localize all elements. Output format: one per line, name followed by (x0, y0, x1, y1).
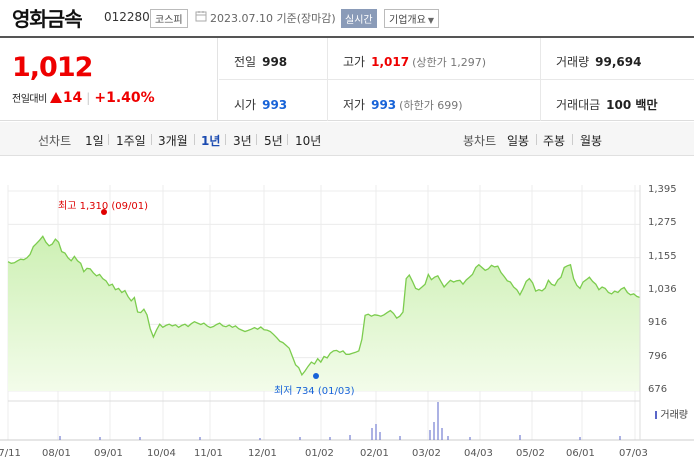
x-tick-label: 03/02 (412, 448, 441, 459)
company-overview-label: 기업개요 (389, 15, 426, 26)
stock-header: 영화금속 012280 코스피 2023.07.10 기준(장마감) 실시간 기… (0, 0, 694, 36)
x-tick-label: 09/01 (94, 448, 123, 459)
x-tick-label: 06/01 (566, 448, 595, 459)
base-date: 2023.07.10 기준(장마감) (210, 12, 336, 25)
y-tick-label: 916 (648, 317, 668, 329)
current-price: 1,012 (12, 52, 93, 83)
y-tick-label: 1,036 (648, 284, 677, 295)
period-3y[interactable]: 3년 (233, 132, 252, 149)
day-low: 저가 993 (하한가 699) (343, 98, 463, 112)
change-percent: +1.40% (94, 90, 155, 106)
x-tick-label: 02/01 (360, 448, 389, 459)
x-tick-label: 04/03 (464, 448, 493, 459)
candle-daily[interactable]: 일봉 (507, 132, 529, 149)
line-chart-label: 선차트 (38, 134, 72, 148)
period-1w[interactable]: 1주일 (116, 132, 146, 149)
y-tick-label: 1,275 (648, 217, 677, 229)
x-tick-label: 12/01 (248, 448, 277, 459)
market-badge: 코스피 (150, 9, 188, 28)
low-marker (313, 373, 319, 379)
candle-chart-label: 봉차트 (463, 134, 497, 148)
x-tick-label: 07/03 (619, 448, 648, 459)
y-tick-label: 796 (648, 350, 668, 362)
clock-icon (195, 10, 207, 25)
up-triangle-icon (49, 92, 62, 103)
trade-amount: 거래대금 100 백만 (556, 98, 658, 112)
chevron-down-icon: ▼ (427, 16, 434, 25)
x-tick-label: 10/04 (147, 448, 176, 459)
current-price-panel: 1,012 전일대비 14 | +1.40% (0, 38, 218, 121)
y-tick-label: 1,155 (648, 250, 677, 262)
change-amount: 14 (62, 90, 83, 106)
period-1d[interactable]: 1일 (85, 132, 104, 149)
x-tick-label: 08/01 (42, 448, 71, 459)
low-annotation: 최저 734 (01/03) (274, 386, 355, 397)
x-tick-label: 07/11 (0, 448, 21, 459)
candle-weekly[interactable]: 주봉 (543, 132, 565, 149)
realtime-button[interactable]: 실시간 (341, 9, 377, 28)
prev-close: 전일 998 (234, 55, 288, 69)
price-area (8, 236, 640, 391)
day-high: 고가 1,017 (상한가 1,297) (343, 55, 486, 69)
company-overview-dropdown[interactable]: 기업개요 ▼ (384, 9, 439, 28)
change-label: 전일대비 (12, 94, 47, 105)
stock-code: 012280 (104, 10, 150, 24)
stock-name: 영화금속 (12, 7, 83, 31)
period-1y[interactable]: 1년 (201, 132, 220, 149)
x-tick-label: 05/02 (516, 448, 545, 459)
y-tick-label: 1,395 (648, 184, 677, 195)
period-bar: 선차트 1일 1주일 3개월 1년 3년 5년 10년 봉차트 일봉 주봉 월봉 (0, 122, 694, 156)
volume-legend: 거래량 (655, 406, 688, 421)
x-tick-label: 11/01 (194, 448, 223, 459)
volume: 거래량 99,694 (556, 55, 642, 69)
candle-monthly[interactable]: 월봉 (580, 132, 602, 149)
price-change: 전일대비 14 | +1.40% (12, 90, 155, 106)
y-tick-label: 676 (648, 384, 668, 395)
open-price: 시가 993 (234, 98, 288, 112)
price-summary: 1,012 전일대비 14 | +1.40% 전일 998 고가 1,017 (상한가 1,… (0, 36, 694, 121)
price-chart[interactable]: 1,395 1,275 1,155 1,036 916 796 676 07/11 08/01… (0, 170, 694, 473)
period-3m[interactable]: 3개월 (158, 132, 188, 149)
period-5y[interactable]: 5년 (264, 132, 283, 149)
chart-canvas (0, 185, 694, 441)
high-annotation: 최고 1,310 (09/01) (58, 201, 149, 212)
period-10y[interactable]: 10년 (295, 132, 321, 149)
x-tick-label: 01/02 (305, 448, 334, 459)
